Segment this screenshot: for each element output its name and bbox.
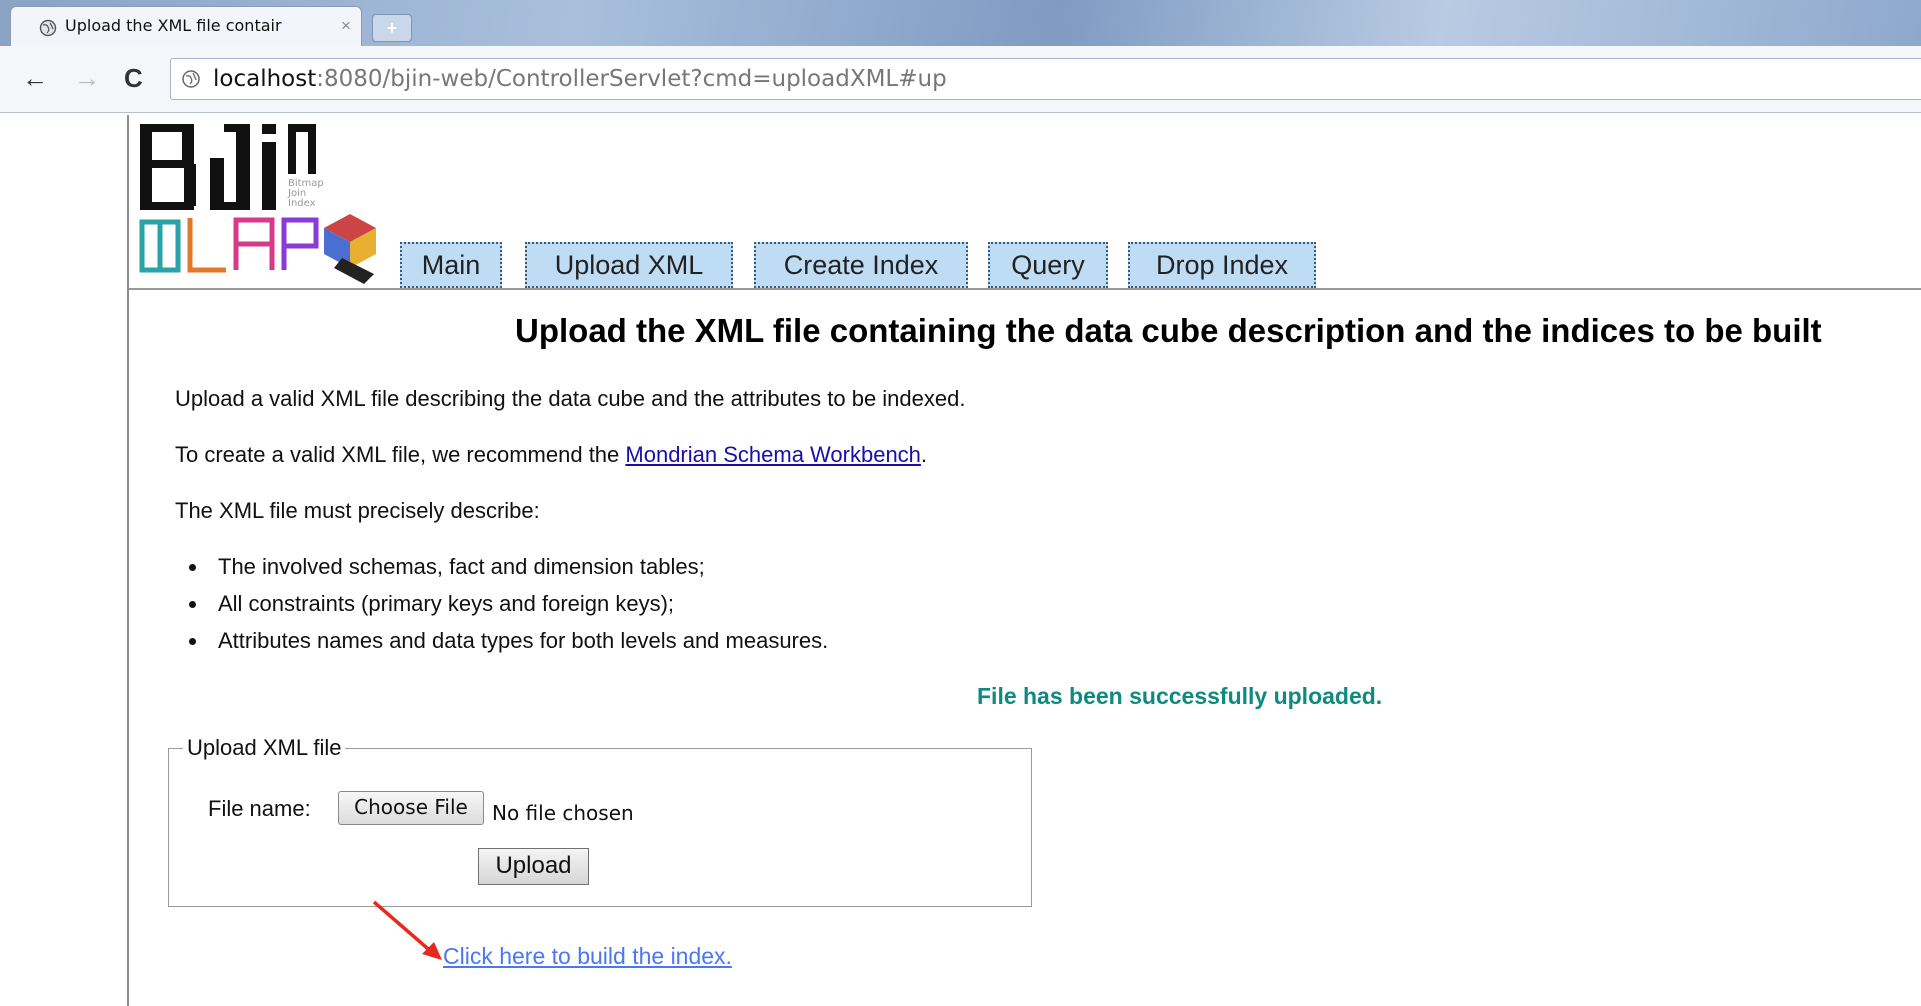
url-path: :8080/bjin-web/ControllerServlet?cmd=upl… (316, 66, 947, 92)
success-message: File has been successfully uploaded. (977, 683, 1383, 709)
build-index-link[interactable]: Click here to build the index. (443, 943, 732, 970)
bullet-icon (189, 601, 196, 608)
logo-text-index: Index (288, 198, 316, 209)
page-icon (182, 70, 200, 88)
nav-upload-xml[interactable]: Upload XML (525, 242, 733, 288)
nav-create-index[interactable]: Create Index (754, 242, 968, 288)
page-left-border (127, 115, 129, 1006)
no-file-chosen-text: No file chosen (492, 801, 634, 825)
browser-tab-strip: Upload the XML file contair × + (0, 0, 1921, 46)
list-item-text: The involved schemas, fact and dimension… (218, 554, 705, 579)
globe-icon (39, 19, 57, 37)
upload-button[interactable]: Upload (478, 848, 589, 885)
bullet-icon (189, 638, 196, 645)
url-host: localhost (213, 66, 317, 92)
nav-separator (129, 288, 1921, 290)
recommend-prefix: To create a valid XML file, we recommend… (175, 442, 626, 467)
choose-file-button[interactable]: Choose File (338, 791, 484, 825)
file-name-label: File name: (208, 796, 311, 821)
list-item: The involved schemas, fact and dimension… (175, 552, 828, 589)
url-text: localhost:8080/bjin-web/ControllerServle… (213, 66, 947, 92)
requirements-list: The involved schemas, fact and dimension… (175, 552, 828, 663)
red-arrow-icon (372, 900, 442, 960)
tab-title: Upload the XML file contair (65, 16, 282, 35)
list-item-text: Attributes names and data types for both… (218, 628, 829, 653)
list-item: Attributes names and data types for both… (175, 626, 828, 663)
forward-icon[interactable]: → (74, 64, 100, 92)
nav-drop-index[interactable]: Drop Index (1128, 242, 1316, 288)
mondrian-link[interactable]: Mondrian Schema Workbench (625, 442, 921, 467)
recommend-text: To create a valid XML file, we recommend… (175, 442, 927, 468)
bullet-icon (189, 564, 196, 571)
nav-main[interactable]: Main (400, 242, 502, 288)
intro-text: Upload a valid XML file describing the d… (175, 386, 966, 411)
list-item: All constraints (primary keys and foreig… (175, 589, 828, 626)
tab-close-icon[interactable]: × (341, 16, 351, 36)
bjin-olap-logo: Bitmap Join Index (139, 124, 376, 284)
page-title: Upload the XML file containing the data … (515, 312, 1822, 349)
new-tab-button[interactable]: + (372, 14, 412, 42)
nav-query[interactable]: Query (988, 242, 1108, 288)
reload-icon[interactable]: C (124, 64, 143, 92)
address-bar[interactable]: localhost:8080/bjin-web/ControllerServle… (170, 58, 1921, 100)
fieldset-legend: Upload XML file (187, 735, 342, 760)
must-describe-text: The XML file must precisely describe: (175, 498, 540, 523)
browser-tab[interactable]: Upload the XML file contair × (10, 6, 362, 46)
browser-toolbar: ← → C localhost:8080/bjin-web/Controller… (0, 46, 1921, 113)
recommend-suffix: . (920, 442, 928, 467)
list-item-text: All constraints (primary keys and foreig… (218, 591, 675, 616)
back-icon[interactable]: ← (22, 64, 48, 92)
